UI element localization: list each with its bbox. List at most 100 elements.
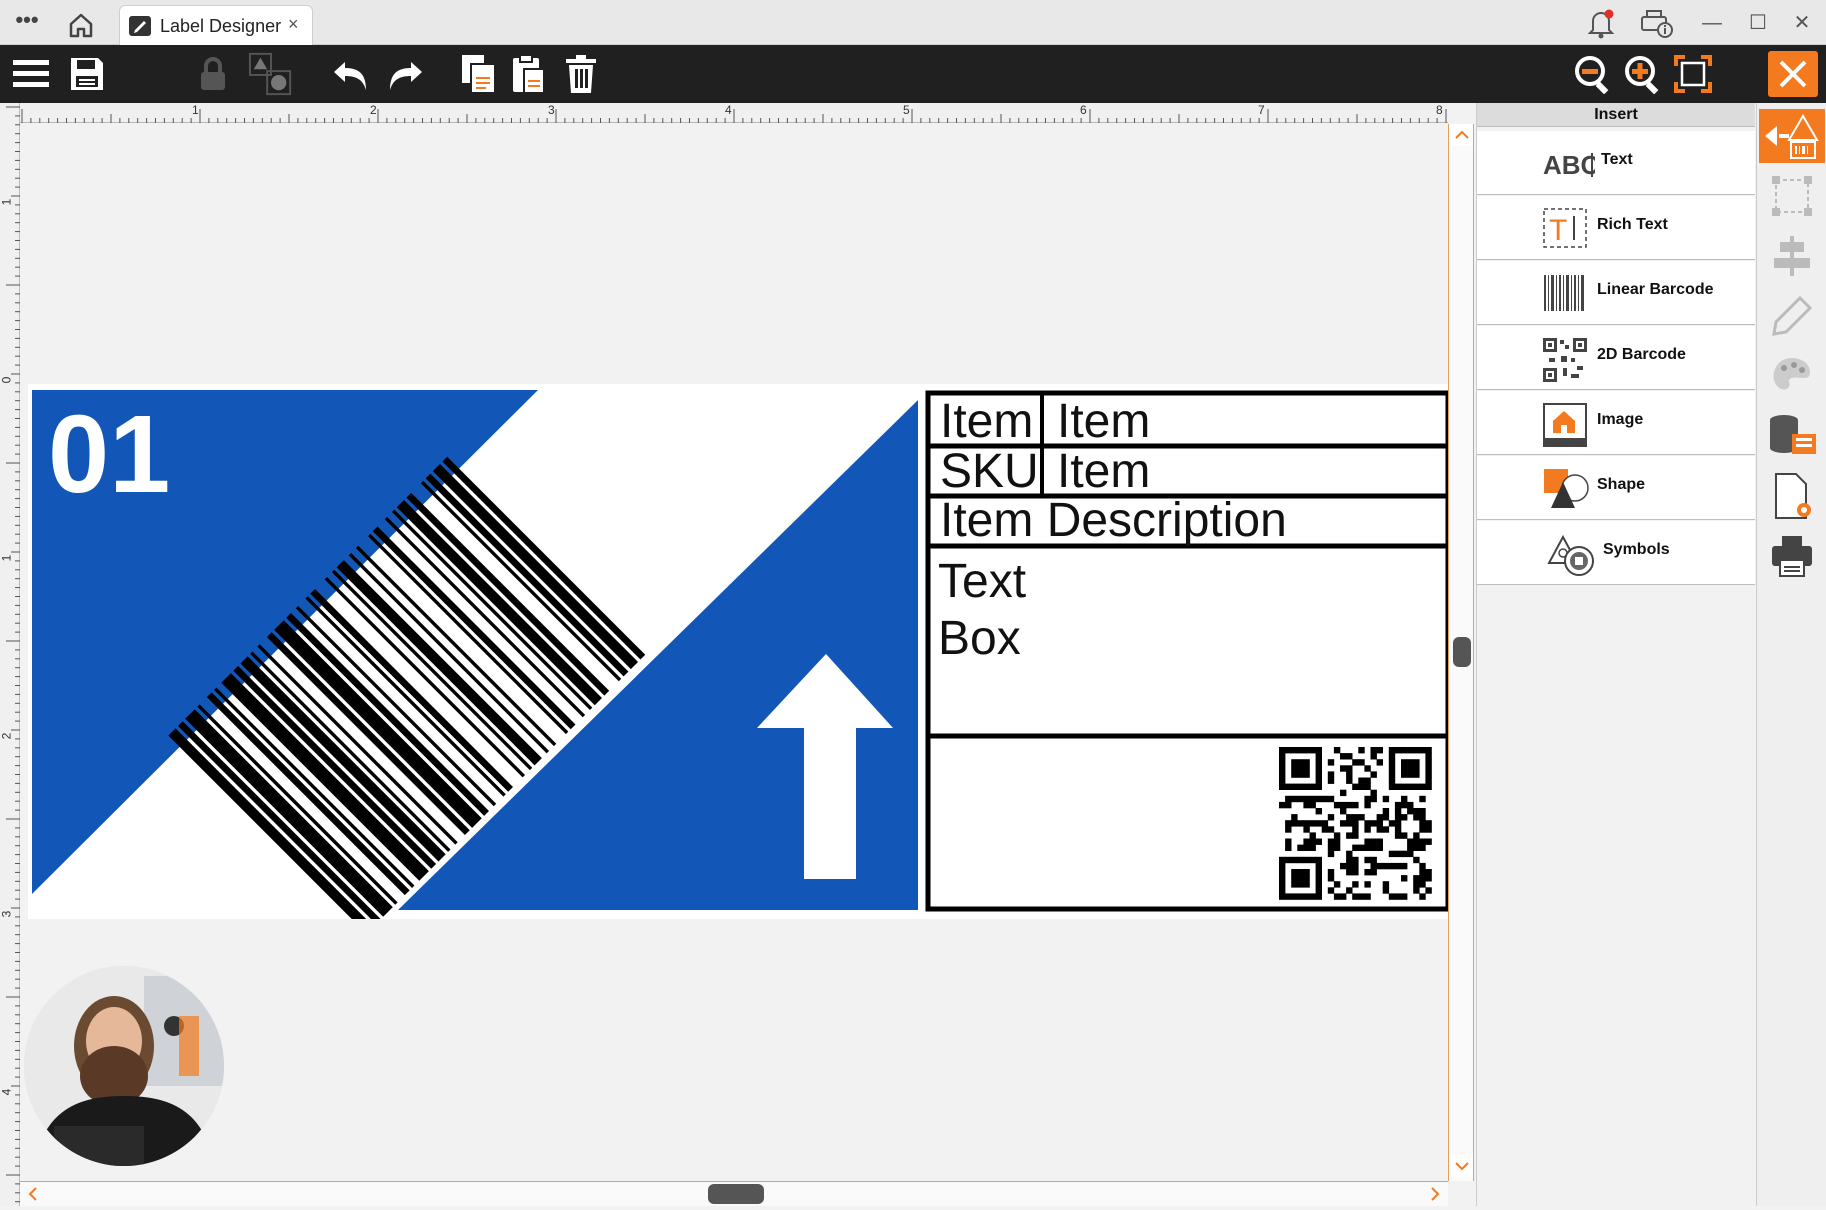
insert-rich-text-button[interactable]: T Rich Text [1477, 196, 1755, 260]
qr-module [1370, 869, 1377, 876]
qr-module [1297, 759, 1304, 766]
qr-module [1401, 862, 1408, 870]
qr-module [1279, 777, 1286, 784]
database-icon[interactable] [1765, 409, 1819, 463]
qr-module [1382, 862, 1390, 870]
insert-text-label: Text [1601, 151, 1633, 168]
insert-image-button[interactable]: Image [1477, 391, 1755, 455]
delete-icon[interactable] [558, 51, 604, 97]
qr-module [1333, 881, 1341, 888]
insert-linear-barcode-button[interactable]: Linear Barcode [1477, 261, 1755, 325]
qr-module [1303, 820, 1310, 827]
insert-shape-button[interactable]: Shape [1477, 456, 1755, 520]
label-preview[interactable]: 01 Item Item SKU Item Item Description T… [28, 384, 1453, 919]
qr-module [1401, 814, 1408, 821]
scroll-up-icon[interactable] [1451, 124, 1473, 146]
insert-symbols-button[interactable]: Symbols [1477, 521, 1755, 585]
text-box-line1[interactable]: Text [938, 558, 1026, 606]
home-icon[interactable] [64, 8, 98, 42]
qr-module [1340, 862, 1347, 870]
ruler-label: 4 [0, 1088, 14, 1096]
tab-label-designer[interactable]: Label Designer × [119, 5, 313, 45]
qr-module [1419, 893, 1426, 900]
qr-module [1352, 826, 1359, 833]
print-icon[interactable] [1765, 529, 1819, 583]
scroll-down-icon[interactable] [1451, 1155, 1473, 1177]
cell-sku-value[interactable]: Item [1057, 448, 1150, 496]
insert-text-button[interactable]: ABC Text [1477, 131, 1755, 195]
ruler-label: 2 [370, 103, 377, 117]
qr-module [1309, 856, 1316, 864]
copy-icon[interactable] [456, 51, 502, 97]
page-settings-icon[interactable] [1765, 469, 1819, 523]
qr-module [1401, 832, 1408, 839]
minimize-button[interactable]: — [1692, 6, 1732, 40]
design-canvas[interactable]: 01 Item Item SKU Item Item Description T… [20, 124, 1453, 1181]
scroll-left-icon[interactable] [22, 1183, 44, 1205]
qr-module [1376, 814, 1383, 821]
title-bar: ••• Label Designer × — ☐ ✕ [0, 0, 1826, 45]
qr-module [1425, 759, 1432, 766]
qr-module [1297, 765, 1304, 772]
qr-module [1401, 765, 1408, 772]
qr-module [1358, 747, 1365, 754]
qr-module [1413, 838, 1420, 845]
label-number[interactable]: 01 [48, 394, 170, 515]
notification-bell-icon[interactable] [1585, 6, 1617, 40]
insert-mode-icon[interactable] [1759, 109, 1825, 163]
window-close-button[interactable]: ✕ [1782, 6, 1822, 40]
qr-module [1303, 795, 1310, 803]
menu-icon[interactable] [8, 51, 54, 97]
redo-icon[interactable] [382, 51, 428, 97]
qr-module [1285, 747, 1292, 754]
fit-to-window-icon[interactable] [1670, 51, 1716, 97]
qr-module [1382, 881, 1390, 888]
qr-module [1279, 765, 1286, 772]
qr-module [1370, 838, 1377, 845]
qr-module [1352, 801, 1359, 809]
qr-module [1425, 826, 1432, 833]
printer-info-icon[interactable] [1636, 6, 1676, 40]
tab-close-icon[interactable]: × [288, 14, 299, 35]
vertical-scroll-thumb[interactable] [1453, 637, 1471, 667]
qr-module [1327, 759, 1335, 766]
qr-module [1297, 820, 1304, 827]
qr-module [1394, 747, 1402, 754]
undo-icon[interactable] [328, 51, 374, 97]
app-menu-dots-icon[interactable]: ••• [10, 9, 44, 34]
zoom-in-icon[interactable] [1620, 51, 1666, 97]
vertical-scrollbar[interactable] [1448, 124, 1474, 1181]
cell-item-description[interactable]: Item Description [940, 497, 1287, 545]
paste-icon[interactable] [506, 51, 552, 97]
qr-module [1407, 765, 1414, 772]
maximize-button[interactable]: ☐ [1738, 6, 1778, 40]
qr-module [1346, 801, 1353, 809]
qr-module [1425, 887, 1432, 894]
selection-frame-icon[interactable] [1765, 169, 1819, 223]
scroll-right-icon[interactable] [1424, 1183, 1446, 1205]
cell-item-label[interactable]: Item [940, 398, 1033, 446]
pencil-icon[interactable] [1765, 289, 1819, 343]
qr-module [1364, 777, 1371, 784]
cell-sku-label[interactable]: SKU [940, 448, 1039, 496]
close-designer-icon[interactable] [1768, 51, 1818, 97]
qr-module [1346, 820, 1353, 827]
cell-item-value[interactable]: Item [1057, 398, 1150, 446]
qr-module [1346, 862, 1353, 870]
qr-module [1309, 801, 1316, 809]
palette-icon[interactable] [1765, 349, 1819, 403]
zoom-out-icon[interactable] [1570, 51, 1616, 97]
arrange-icon[interactable] [248, 51, 294, 97]
qr-module [1285, 844, 1292, 851]
align-icon[interactable] [1765, 229, 1819, 283]
qr-module [1346, 832, 1353, 839]
save-icon[interactable] [64, 51, 110, 97]
horizontal-scroll-thumb[interactable] [708, 1184, 764, 1204]
text-box-line2[interactable]: Box [938, 615, 1021, 663]
horizontal-scrollbar[interactable] [20, 1181, 1448, 1206]
lock-icon[interactable] [190, 51, 236, 97]
qr-code[interactable] [1279, 747, 1432, 900]
insert-2d-barcode-button[interactable]: 2D Barcode [1477, 326, 1755, 390]
edit-icon [129, 16, 151, 36]
qr-module [1291, 856, 1298, 864]
